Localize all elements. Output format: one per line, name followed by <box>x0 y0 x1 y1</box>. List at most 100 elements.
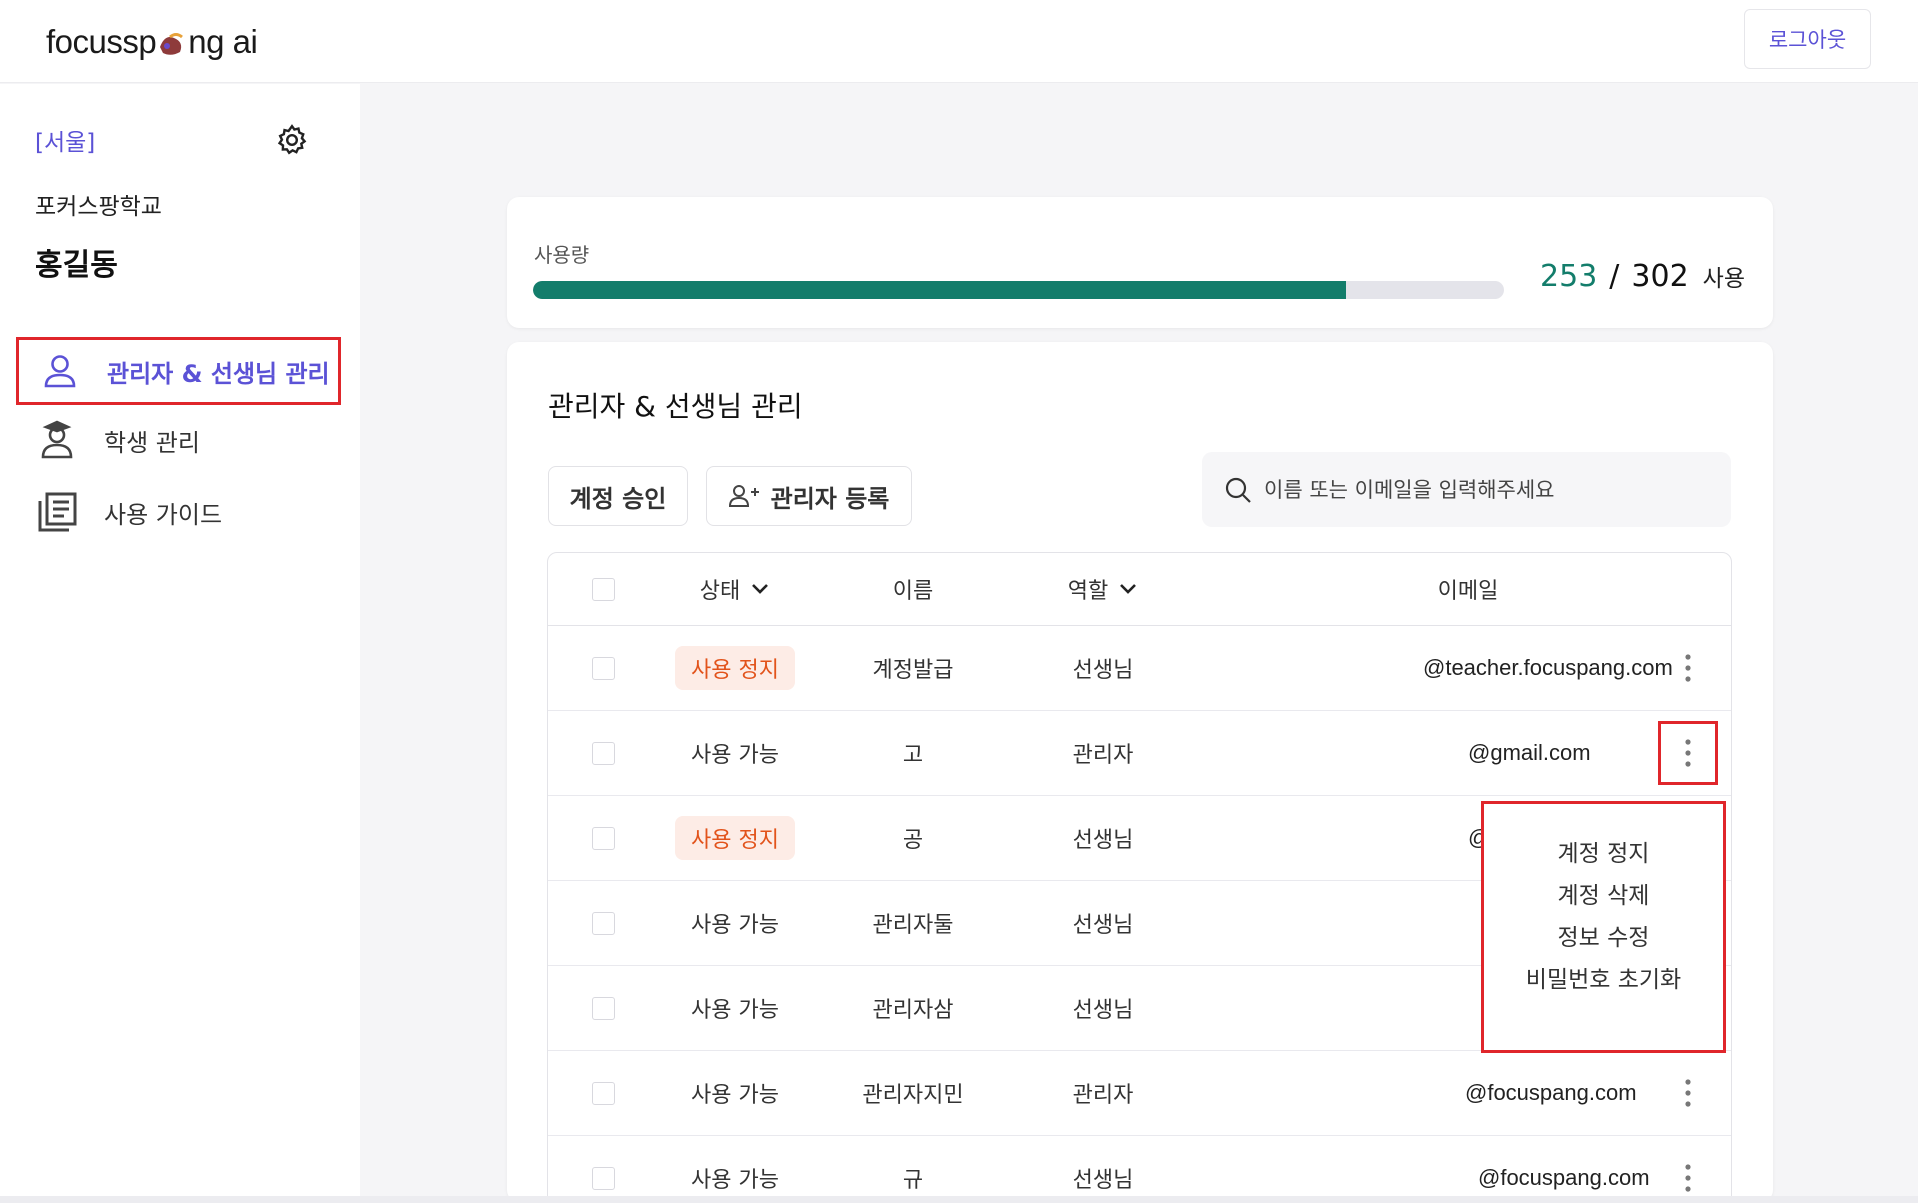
status-badge: 사용 가능 <box>691 1077 779 1109</box>
row-checkbox[interactable] <box>592 742 615 765</box>
email-cell: @focuspang.com <box>1268 1136 1668 1203</box>
table-row: 사용 가능고관리자@gmail.com <box>548 711 1731 796</box>
register-admin-button[interactable]: 관리자 등록 <box>706 466 912 526</box>
usage-used: 253 <box>1540 259 1597 294</box>
usage-progress-bar <box>533 281 1504 299</box>
status-badge: 사용 정지 <box>675 646 795 690</box>
table-header: 상태 이름 역할 이메일 <box>548 553 1731 626</box>
approve-account-label: 계정 승인 <box>570 479 667 514</box>
role-text: 관리자 <box>1073 737 1134 769</box>
email-cell: @teacher.focuspang.com <box>1268 626 1668 710</box>
user-name-text: 계정발급 <box>873 652 954 684</box>
row-checkbox-cell <box>548 1136 658 1203</box>
usage-separator: / <box>1609 259 1619 294</box>
role-column-header[interactable]: 역할 <box>1018 553 1188 625</box>
student-icon <box>36 419 78 461</box>
gear-icon[interactable] <box>274 122 310 158</box>
row-checkbox[interactable] <box>592 1167 615 1190</box>
search-icon <box>1224 476 1252 504</box>
usage-unit: 사용 <box>1703 259 1745 293</box>
user-name-text: 규 <box>903 1162 923 1194</box>
more-options-button[interactable] <box>1658 721 1718 785</box>
row-checkbox[interactable] <box>592 1082 615 1105</box>
sidebar-item-user-guide[interactable]: 사용 가이드 <box>16 478 341 546</box>
menu-item-reset-password[interactable]: 비밀번호 초기화 <box>1484 955 1723 999</box>
status-cell: 사용 가능 <box>648 1051 822 1135</box>
sidebar-item-student-management[interactable]: 학생 관리 <box>16 406 341 474</box>
sidebar-item-label: 사용 가이드 <box>104 495 222 530</box>
email-text: @focuspang.com <box>1465 1080 1637 1106</box>
name-cell: 관리자지민 <box>828 1051 998 1135</box>
page-title: 관리자 & 선생님 관리 <box>548 385 803 425</box>
select-all-checkbox[interactable] <box>592 578 615 601</box>
user-icon <box>39 350 81 392</box>
usage-card: 사용량 253 / 302 사용 <box>507 197 1773 328</box>
bottom-strip <box>0 1196 1918 1203</box>
table-row: 사용 정지 계정발급 선생님 @teacher.focuspang.com <box>548 626 1731 711</box>
role-header-label: 역할 <box>1068 573 1108 605</box>
row-checkbox-cell <box>548 711 658 795</box>
name-cell: 관리자삼 <box>828 966 998 1050</box>
top-bar: focusspng ai 로그아웃 <box>0 0 1918 83</box>
name-cell: 규 <box>828 1136 998 1203</box>
school-name: 포커스팡학교 <box>35 187 162 221</box>
row-checkbox[interactable] <box>592 657 615 680</box>
row-checkbox-cell <box>548 966 658 1050</box>
logout-button[interactable]: 로그아웃 <box>1744 9 1871 69</box>
search-input[interactable] <box>1264 478 1704 502</box>
menu-item-delete-account[interactable]: 계정 삭제 <box>1484 871 1723 915</box>
status-cell: 사용 정지 <box>648 796 822 880</box>
name-cell: 공 <box>828 796 998 880</box>
row-checkbox[interactable] <box>592 997 615 1020</box>
more-options-button[interactable] <box>1658 1061 1718 1125</box>
name-header-label: 이름 <box>893 573 933 605</box>
row-checkbox-cell <box>548 796 658 880</box>
status-badge: 사용 정지 <box>675 816 795 860</box>
email-cell: @focuspang.com <box>1268 1051 1668 1135</box>
role-text: 선생님 <box>1073 822 1134 854</box>
usage-count: 253 / 302 사용 <box>1540 259 1745 294</box>
role-cell: 선생님 <box>1018 966 1188 1050</box>
email-cell: @gmail.com <box>1268 711 1668 795</box>
user-name-text: 관리자지민 <box>862 1077 963 1109</box>
chevron-down-icon <box>1118 582 1138 596</box>
user-name-text: 관리자삼 <box>873 992 954 1024</box>
logo[interactable]: focusspng ai <box>46 20 257 64</box>
email-text: @focuspang.com <box>1478 1165 1650 1191</box>
sidebar-item-teacher-management[interactable]: 관리자 & 선생님 관리 <box>16 337 341 405</box>
guide-book-icon <box>36 491 78 533</box>
more-options-button[interactable] <box>1658 1146 1718 1203</box>
status-badge: 사용 가능 <box>691 992 779 1024</box>
email-column-header: 이메일 <box>1368 553 1568 625</box>
role-text: 관리자 <box>1073 1077 1134 1109</box>
role-text: 선생님 <box>1073 992 1134 1024</box>
status-cell: 사용 가능 <box>648 966 822 1050</box>
role-text: 선생님 <box>1073 1162 1134 1194</box>
row-checkbox[interactable] <box>592 912 615 935</box>
table-row: 사용 가능 규 선생님 @focuspang.com <box>548 1136 1731 1203</box>
sidebar-item-label: 관리자 & 선생님 관리 <box>107 354 330 389</box>
approve-account-button[interactable]: 계정 승인 <box>548 466 688 526</box>
table-row: 사용 가능 관리자지민 관리자 @focuspang.com <box>548 1051 1731 1136</box>
usage-total: 302 <box>1631 259 1688 294</box>
menu-item-edit-info[interactable]: 정보 수정 <box>1484 913 1723 957</box>
logo-prefix: focussp <box>46 23 156 61</box>
status-cell: 사용 가능 <box>648 1136 822 1203</box>
row-checkbox-cell <box>548 1051 658 1135</box>
status-header-label: 상태 <box>700 573 740 605</box>
more-options-button[interactable] <box>1658 636 1718 700</box>
menu-item-suspend-account[interactable]: 계정 정지 <box>1484 829 1723 873</box>
role-text: 선생님 <box>1073 652 1134 684</box>
user-name-text: 관리자둘 <box>873 907 954 939</box>
add-user-icon <box>729 483 759 509</box>
row-checkbox[interactable] <box>592 827 615 850</box>
name-cell: 고 <box>828 711 998 795</box>
usage-label: 사용량 <box>534 239 589 268</box>
more-vertical-icon <box>1685 1164 1691 1192</box>
more-vertical-icon <box>1685 739 1691 767</box>
user-name-text: 고 <box>903 737 923 769</box>
email-text: @teacher.focuspang.com <box>1423 655 1673 681</box>
status-column-header[interactable]: 상태 <box>648 553 822 625</box>
role-text: 선생님 <box>1073 907 1134 939</box>
role-cell: 선생님 <box>1018 1136 1188 1203</box>
